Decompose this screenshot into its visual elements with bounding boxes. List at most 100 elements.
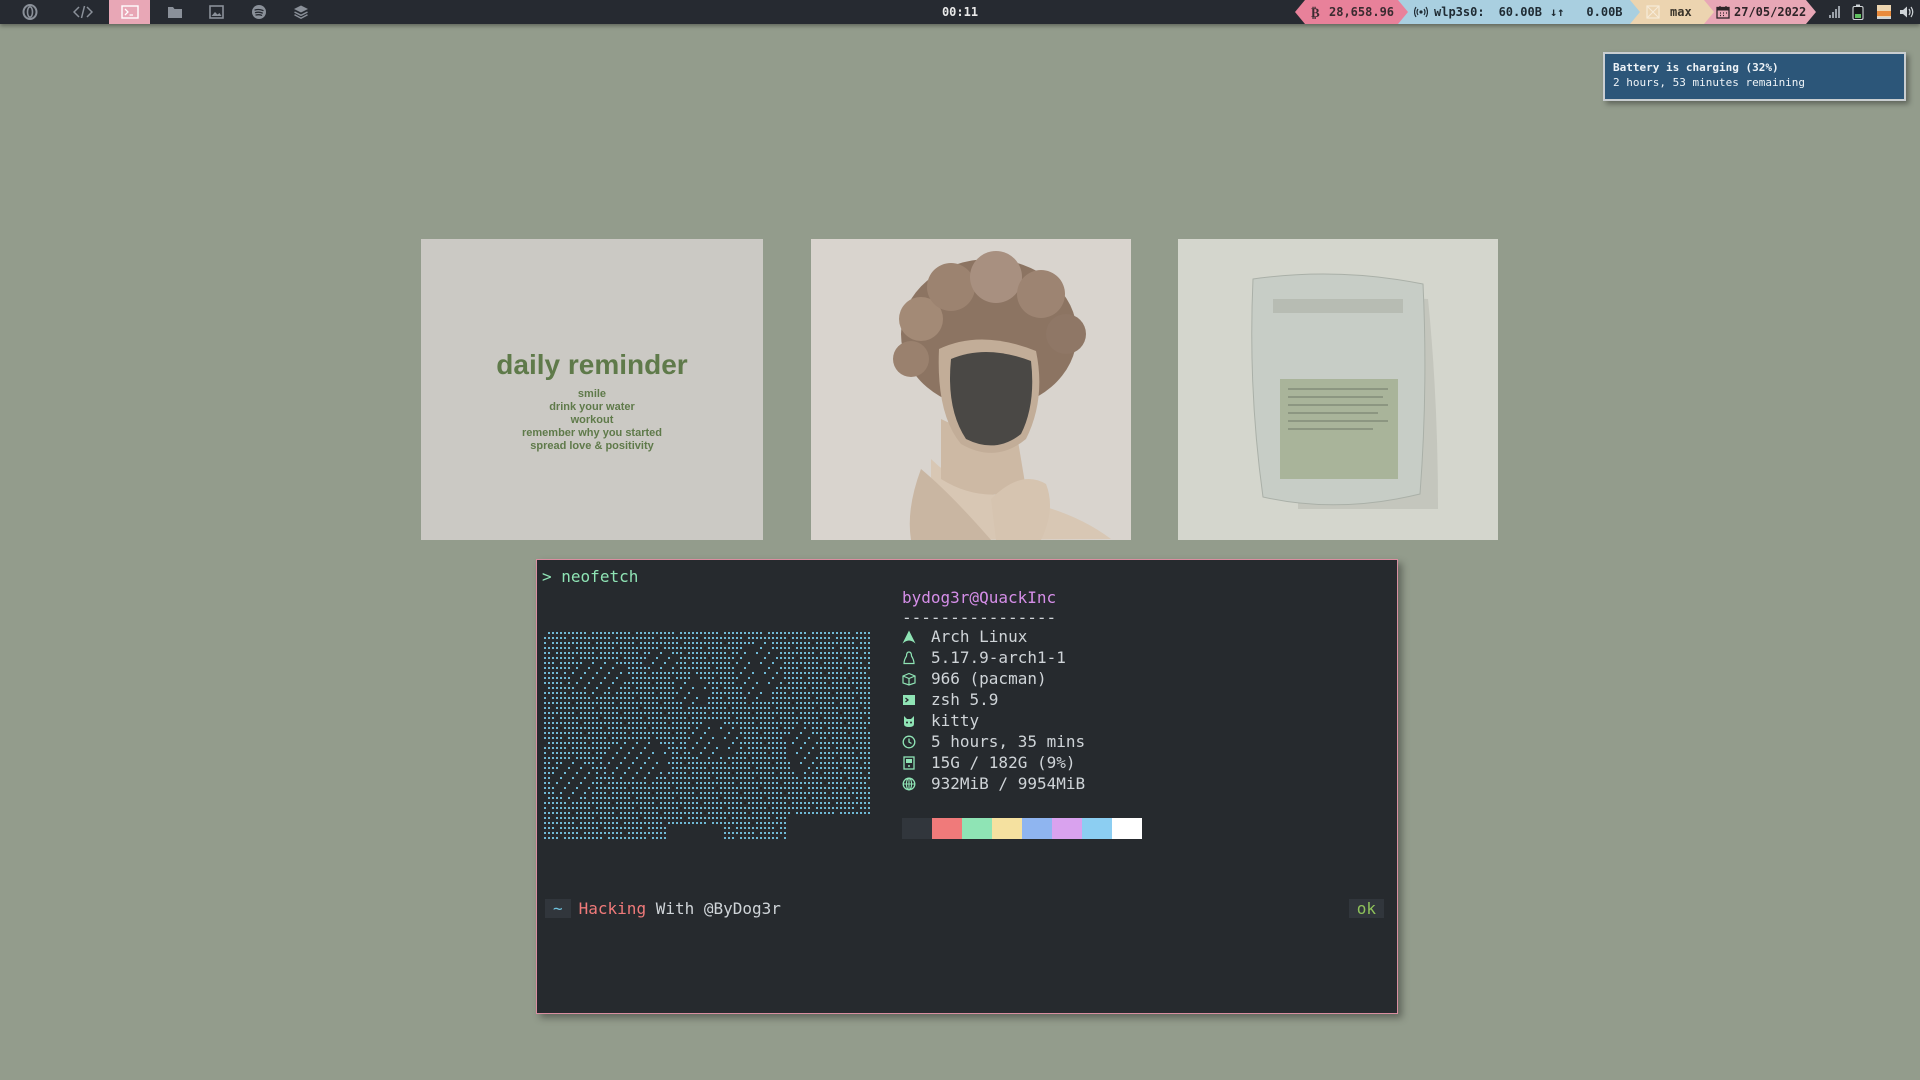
linux-icon [902,650,916,665]
network-up-speed: 0.00B [1586,5,1623,19]
product-pouch-image [1178,239,1498,540]
reminder-line: remember why you started [522,427,662,439]
powerline-separator [1630,0,1640,24]
palette-swatch [962,818,992,839]
user-host: bydog3r@QuackInc [902,588,1057,607]
shell-icon [902,693,916,707]
powerline-separator [1806,0,1816,24]
david-statue-image [811,239,1131,540]
powerline-separator [1295,0,1305,24]
info-packages: 966 (pacman) [902,668,1047,689]
bitcoin-icon: ₿ [1311,5,1321,19]
workspace-spotify[interactable] [238,0,279,24]
brightness-icon [1646,5,1660,19]
info-terminal: kitty [902,710,979,731]
uptime-value: 5 hours, 35 mins [931,732,1086,751]
workspace-images[interactable] [196,0,237,24]
info-memory: 932MiB / 9954MiB [902,773,1085,794]
info-disk: 15G / 182G (9%) [902,752,1076,773]
palette-swatch [902,818,932,839]
command-text: neofetch [561,567,639,586]
prompt-arrow: > [542,567,552,586]
color-palette [902,818,1142,839]
network-interface: wlp3s0: [1434,5,1485,19]
layers-icon [293,4,309,20]
reminder-title: daily reminder [496,349,688,380]
folder-icon [167,5,183,19]
disk-value: 15G / 182G (9%) [931,753,1076,772]
workspace-opera[interactable] [9,0,50,24]
arch-ascii-logo [544,632,870,839]
palette-swatch [1052,818,1082,839]
statue-illustration [811,239,1131,540]
battery-notification[interactable]: Battery is charging (32%) 2 hours, 53 mi… [1603,52,1906,101]
kernel-value: 5.17.9-arch1-1 [931,648,1066,667]
code-icon [72,5,93,19]
memory-icon [902,777,916,791]
terminal-icon [120,5,139,19]
palette-swatch [1112,818,1142,839]
os-value: Arch Linux [931,627,1028,646]
pouch-illustration [1178,239,1498,540]
daily-reminder-image: daily reminder smile drink your water wo… [421,239,763,540]
image-icon [209,5,224,19]
svg-text:₿: ₿ [1311,6,1320,19]
powerline-separator [1398,0,1408,24]
info-uptime: 5 hours, 35 mins [902,731,1085,752]
reminder-line: spread love & positivity [530,440,654,452]
shell-prompt: ~ Hacking With @ByDog3r [545,899,781,918]
packages-value: 966 (pacman) [931,669,1047,688]
calendar-icon [1716,5,1730,19]
sound-level-icon[interactable] [1877,5,1891,22]
palette-swatch [992,818,1022,839]
network-arrows-icon: ↓↑ [1549,5,1565,19]
info-shell: zsh 5.9 [902,689,998,710]
package-icon [902,672,916,686]
shell-value: zsh 5.9 [931,690,999,709]
exit-status-badge: ok [1348,899,1384,918]
memory-value: 932MiB / 9954MiB [931,774,1086,793]
workspace-terminal[interactable] [109,0,150,24]
network-down-speed: 60.00B [1498,5,1542,19]
battery-icon[interactable] [1852,4,1864,23]
bitcoin-price: 28,658.96 [1329,5,1395,19]
workspace-code[interactable] [62,0,103,24]
workspace-layers[interactable] [280,0,321,24]
brightness-module[interactable]: max [1640,0,1704,24]
bitcoin-price-module[interactable]: ₿ 28,658.96 [1305,0,1400,24]
top-bar: 00:11 ₿ 28,658.96 wlp3s0: 60.00B ↓↑ 0.00… [0,0,1920,24]
opera-icon [22,4,38,20]
command-line: > neofetch [542,567,638,586]
palette-swatch [1082,818,1112,839]
info-kernel: 5.17.9-arch1-1 [902,647,1066,668]
prompt-tilde: ~ [545,899,571,918]
powerline-separator [1704,0,1714,24]
palette-swatch [932,818,962,839]
date-module[interactable]: 27/05/2022 [1714,0,1806,24]
arch-icon [902,630,916,644]
spotify-icon [251,4,267,20]
cat-icon [902,714,916,728]
brightness-label: max [1670,5,1692,19]
network-module[interactable]: wlp3s0: 60.00B ↓↑ 0.00B [1408,0,1630,24]
disk-icon [902,755,916,770]
info-os: Arch Linux [902,626,1027,647]
signal-icon[interactable] [1829,5,1841,22]
prompt-word-with: With @ByDog3r [646,899,781,918]
reminder-line: drink your water [549,401,635,413]
workspace-files[interactable] [154,0,195,24]
reminder-lines: smile drink your water workout remember … [421,388,763,453]
prompt-word-hacking: Hacking [578,899,647,918]
wifi-icon [1414,5,1428,19]
notification-title: Battery is charging (32%) [1613,61,1779,74]
reminder-line: workout [570,414,614,426]
separator-line: ---------------- [902,608,1057,627]
clock-icon [902,735,916,749]
reminder-line: smile [577,388,607,400]
notification-body: 2 hours, 53 minutes remaining [1613,76,1806,89]
volume-icon[interactable] [1899,5,1915,22]
terminal-window[interactable]: > neofetch bydog3r@QuackInc ------------… [536,559,1398,1014]
terminal-value: kitty [931,711,980,730]
date-value: 27/05/2022 [1734,5,1807,19]
palette-swatch [1022,818,1052,839]
